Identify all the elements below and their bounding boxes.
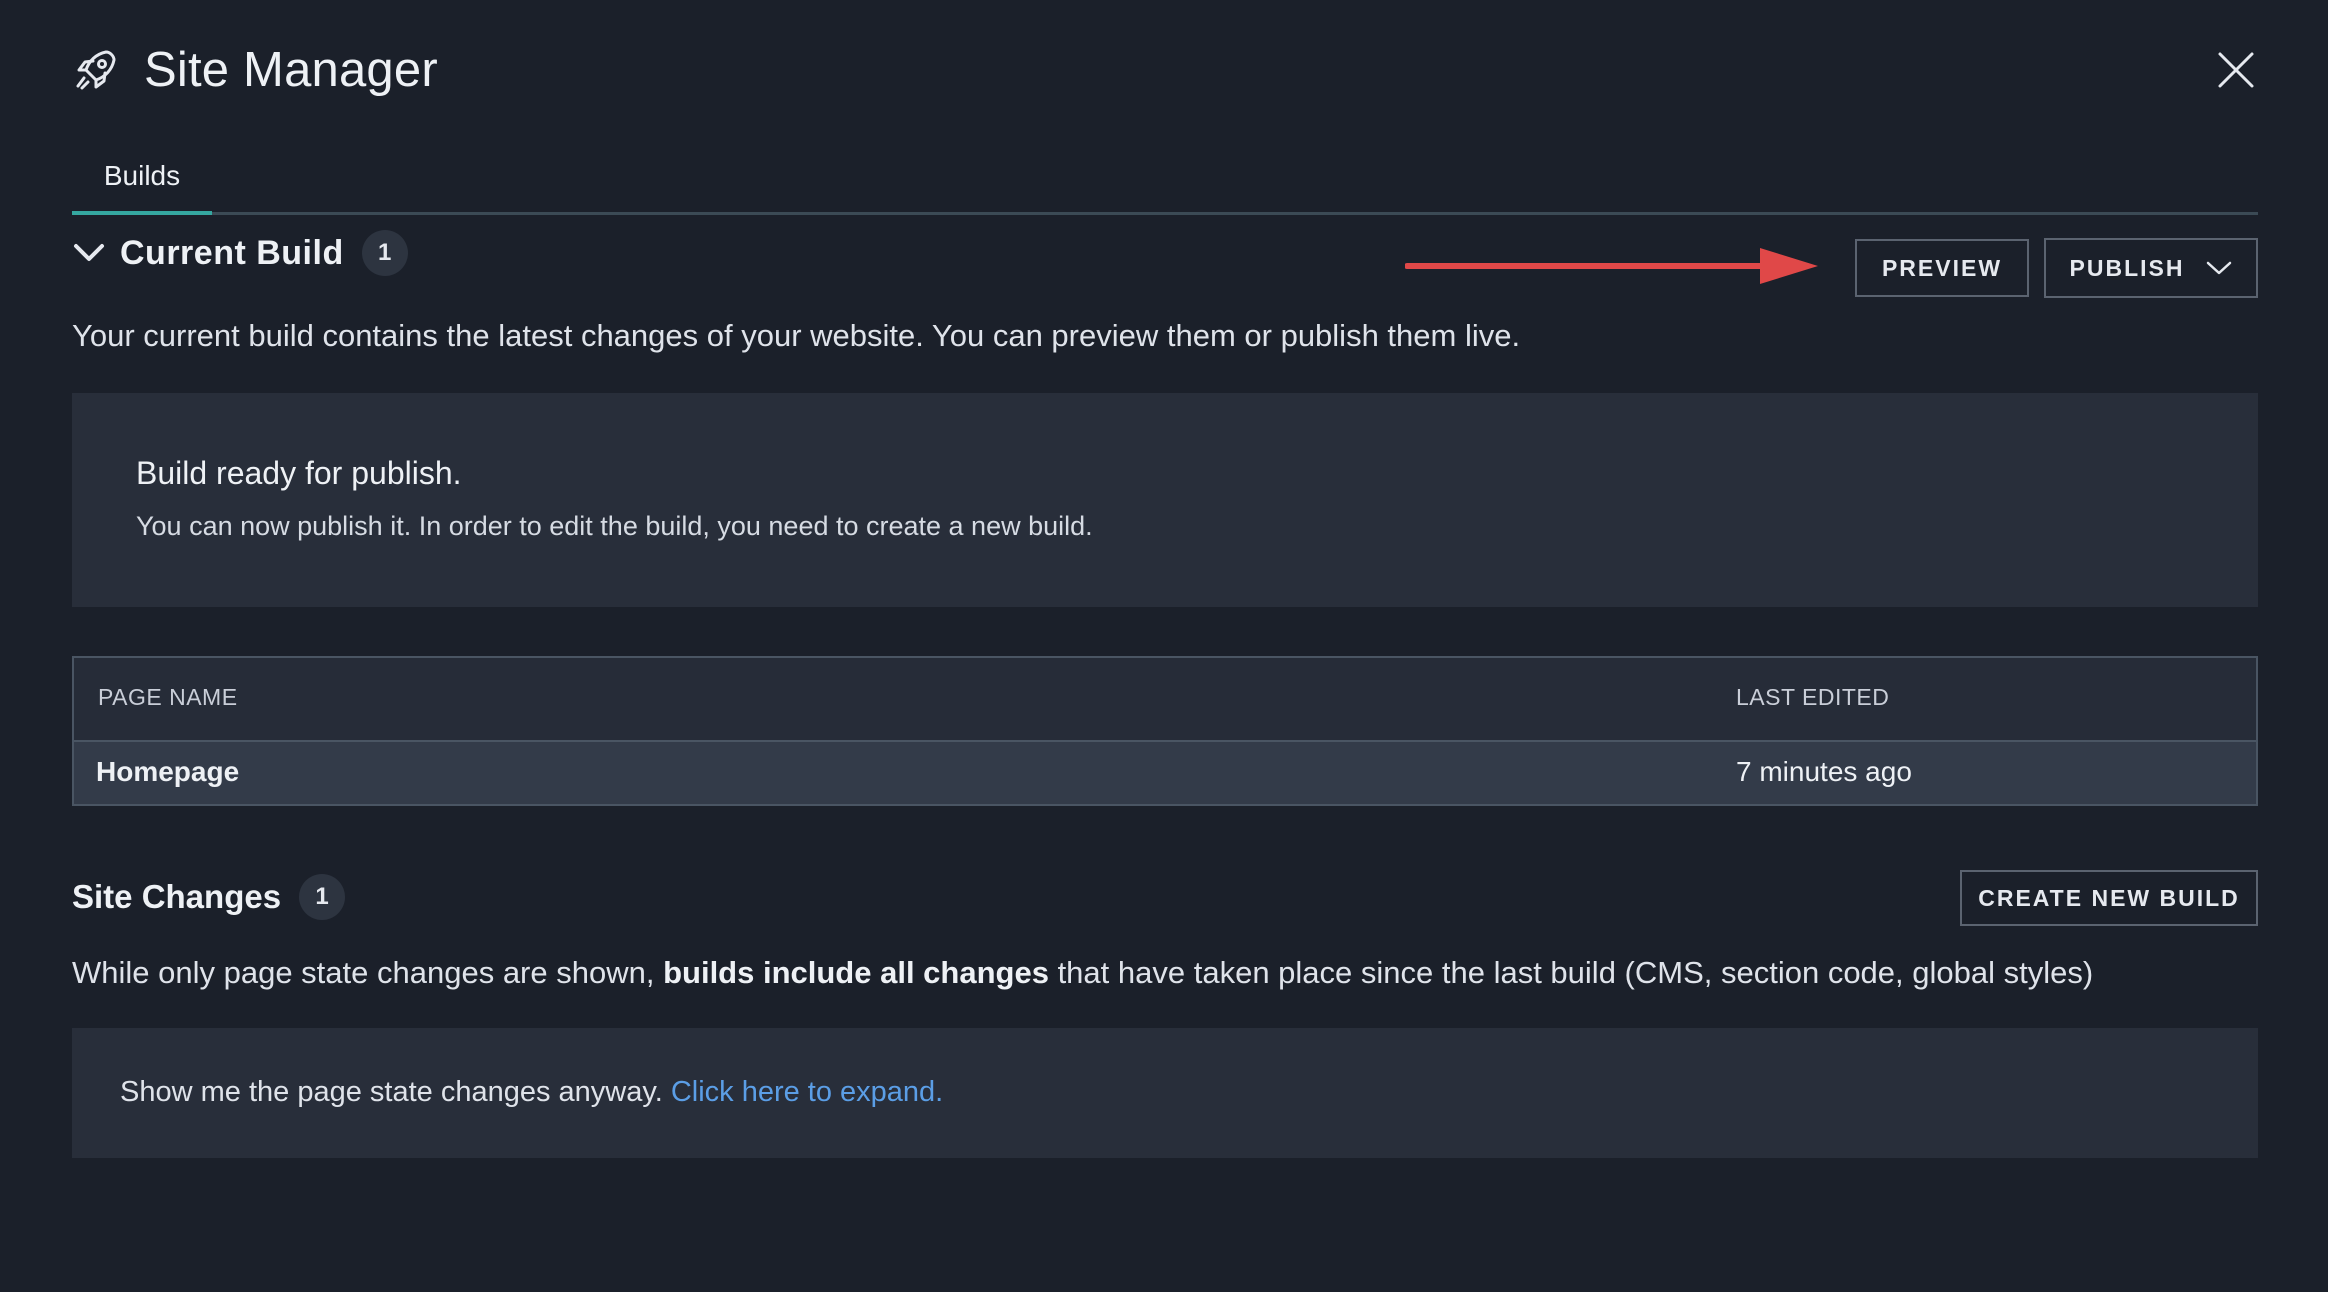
build-status-title: Build ready for publish. [136, 455, 462, 491]
chevron-down-icon [2207, 261, 2232, 275]
tab-label: Builds [103, 160, 181, 191]
publish-button[interactable]: PUBLISH [2044, 238, 2258, 298]
modal-title: Site Manager [144, 43, 438, 97]
current-build-description: Your current build contains the latest c… [72, 318, 1521, 353]
expand-changes-text: Show me the page state changes anyway. C… [120, 1076, 943, 1109]
expand-changes-card: Show me the page state changes anyway. C… [72, 1028, 2258, 1158]
modal-header: Site Manager [72, 42, 438, 98]
publish-button-label: PUBLISH [2069, 254, 2185, 281]
page-name-cell: Homepage [96, 756, 240, 787]
chevron-down-icon[interactable] [72, 236, 106, 270]
preview-button-label: PREVIEW [1881, 254, 2003, 281]
site-changes-header: Site Changes 1 [72, 874, 346, 920]
current-build-header[interactable]: Current Build 1 [72, 230, 408, 276]
last-edited-cell: 7 minutes ago [1736, 756, 1912, 787]
table-row[interactable]: Homepage 7 minutes ago [74, 742, 2256, 804]
close-icon[interactable] [2212, 46, 2260, 94]
description-emphasis: builds include all changes [663, 955, 1049, 990]
current-build-count-badge: 1 [361, 230, 408, 276]
expand-link[interactable]: Click here to expand. [671, 1076, 943, 1108]
build-status-card: Build ready for publish. You can now pub… [72, 393, 2258, 607]
active-tab-indicator [72, 211, 212, 215]
tab-builds[interactable]: Builds [72, 145, 212, 215]
rocket-icon [76, 50, 116, 90]
expand-prompt: Show me the page state changes anyway. [120, 1076, 671, 1108]
column-header-last-edited: LAST EDITED [1736, 684, 1890, 710]
build-status-message: You can now publish it. In order to edit… [136, 511, 1093, 541]
current-build-title: Current Build [120, 233, 344, 272]
column-header-page-name: PAGE NAME [98, 684, 238, 710]
annotation-arrow [1405, 248, 1818, 284]
table-header: PAGE NAME LAST EDITED [74, 658, 2256, 742]
site-changes-description: While only page state changes are shown,… [72, 955, 2093, 991]
create-new-build-button[interactable]: CREATE NEW BUILD [1960, 870, 2258, 926]
create-new-build-label: CREATE NEW BUILD [1978, 884, 2240, 911]
site-changes-count-badge: 1 [299, 874, 346, 920]
preview-button[interactable]: PREVIEW [1855, 239, 2029, 297]
pages-table: PAGE NAME LAST EDITED Homepage 7 minutes… [72, 656, 2258, 806]
description-text-tail: that have taken place since the last bui… [1048, 955, 2094, 990]
site-changes-title: Site Changes [72, 878, 282, 915]
tab-bar: Builds [72, 145, 2258, 215]
description-text: While only page state changes are shown, [72, 955, 664, 990]
